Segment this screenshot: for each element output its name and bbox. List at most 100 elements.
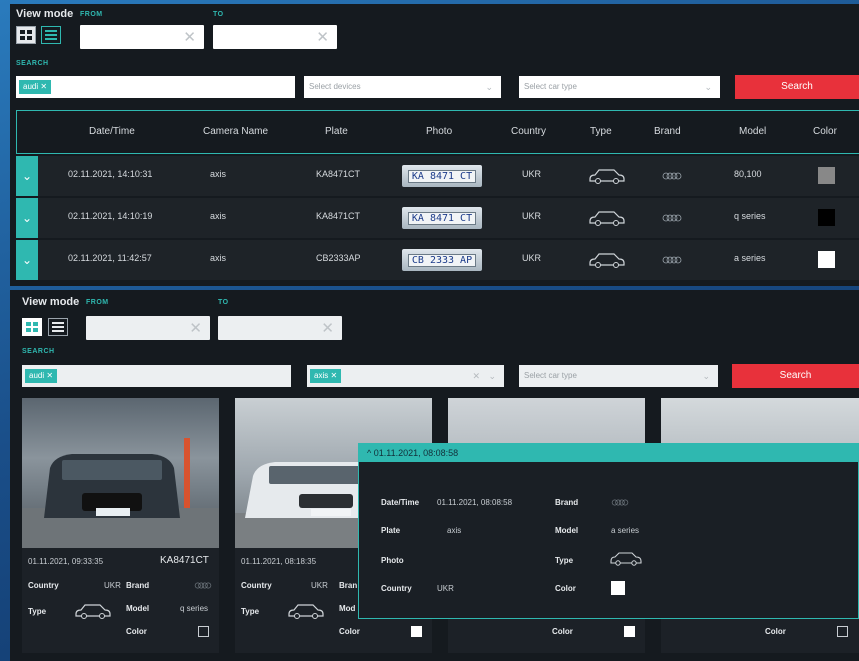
grid-view-button[interactable] bbox=[16, 26, 36, 44]
card-brand-label: Brand bbox=[126, 581, 150, 590]
color-swatch bbox=[818, 209, 835, 226]
card-country-label: Country bbox=[28, 581, 59, 590]
chevron-down-icon: ⌄ bbox=[702, 371, 710, 381]
from-date-input[interactable]: ✕ bbox=[80, 25, 204, 49]
popup-datetime-label: Date/Time bbox=[381, 498, 420, 507]
search-button[interactable]: Search bbox=[735, 75, 859, 99]
car-icon bbox=[288, 604, 324, 619]
color-swatch bbox=[411, 626, 422, 637]
car-icon bbox=[610, 552, 642, 566]
popup-photo-label: Photo bbox=[381, 556, 404, 565]
expand-row-button[interactable]: ⌄ bbox=[16, 156, 38, 196]
clear-icon[interactable]: ✕ bbox=[316, 28, 329, 46]
from-date-input[interactable]: ✕ bbox=[86, 316, 210, 340]
from-label: FROM bbox=[86, 299, 109, 306]
card-model-label: Mod bbox=[339, 604, 356, 613]
to-date-input[interactable]: ✕ bbox=[218, 316, 342, 340]
result-card[interactable]: 01.11.2021, 09:33:35 KA8471CT Country UK… bbox=[22, 398, 219, 653]
from-label: FROM bbox=[80, 11, 103, 18]
search-button[interactable]: Search bbox=[732, 364, 859, 388]
popup-model-label: Model bbox=[555, 526, 579, 535]
audi-rings-icon bbox=[662, 214, 682, 222]
chevron-down-icon: ⌄ bbox=[488, 371, 496, 381]
popup-brand-label: Brand bbox=[555, 498, 579, 507]
audi-rings-icon bbox=[194, 582, 212, 589]
search-input[interactable]: audi ✕ bbox=[22, 365, 291, 387]
col-model[interactable]: Model bbox=[739, 126, 766, 137]
car-type-select[interactable]: Select car type ⌄ bbox=[519, 76, 720, 98]
col-brand[interactable]: Brand bbox=[654, 126, 681, 137]
car-icon bbox=[589, 169, 625, 184]
expand-row-button[interactable]: ⌄ bbox=[16, 240, 38, 280]
popup-country-label: Country bbox=[381, 584, 412, 593]
list-view-button[interactable] bbox=[48, 318, 68, 336]
clear-icon[interactable]: ✕ bbox=[183, 28, 196, 46]
row-photo[interactable]: CB 2333 AP bbox=[402, 249, 482, 271]
row-model: a series bbox=[734, 253, 766, 263]
car-type-placeholder: Select car type bbox=[524, 371, 577, 380]
grid-view-icon bbox=[20, 30, 32, 40]
col-camera-name[interactable]: Camera Name bbox=[203, 126, 268, 137]
car-type-select[interactable]: Select car type ⌄ bbox=[519, 365, 718, 387]
clear-icon[interactable]: ✕ bbox=[472, 365, 480, 387]
card-timestamp: 01.11.2021, 08:18:35 bbox=[241, 557, 317, 566]
popup-model: a series bbox=[611, 526, 640, 535]
row-plate: KA8471CT bbox=[316, 211, 361, 221]
card-model: q series bbox=[180, 604, 209, 613]
expand-row-button[interactable]: ⌄ bbox=[16, 198, 38, 238]
table-row[interactable]: ⌄ 02.11.2021, 11:42:57 axis CB2333AP CB … bbox=[16, 240, 859, 280]
audi-rings-icon bbox=[662, 172, 682, 180]
table-row[interactable]: ⌄ 02.11.2021, 14:10:19 axis KA8471CT KA … bbox=[16, 198, 859, 238]
grid-view-button[interactable] bbox=[22, 318, 42, 336]
col-type[interactable]: Type bbox=[590, 126, 612, 137]
list-view-panel: View mode FROM TO ✕ ✕ SEARCH audi ✕ Sele… bbox=[10, 4, 859, 286]
row-camera: axis bbox=[210, 253, 227, 263]
popup-color-label: Color bbox=[555, 584, 576, 593]
grid-view-icon bbox=[26, 322, 38, 332]
card-type-label: Type bbox=[241, 607, 260, 616]
clear-icon[interactable]: ✕ bbox=[321, 319, 334, 337]
card-country: UKR bbox=[311, 581, 328, 590]
audi-rings-icon bbox=[662, 256, 682, 264]
color-swatch bbox=[837, 626, 848, 637]
col-photo[interactable]: Photo bbox=[426, 126, 452, 137]
detail-popup: ^ 01.11.2021, 08:08:58 Date/Time 01.11.2… bbox=[358, 443, 859, 619]
search-input[interactable]: audi ✕ bbox=[16, 76, 295, 98]
row-country: UKR bbox=[522, 253, 542, 263]
row-model: q series bbox=[734, 211, 766, 221]
list-view-button[interactable] bbox=[41, 26, 61, 44]
card-plate: KA8471CT bbox=[160, 555, 209, 566]
to-label: TO bbox=[213, 11, 224, 18]
search-chip[interactable]: audi ✕ bbox=[25, 369, 58, 383]
table-header: Date/Time Camera Name Plate Photo Countr… bbox=[16, 110, 859, 154]
clear-icon[interactable]: ✕ bbox=[189, 319, 202, 337]
car-photo[interactable] bbox=[22, 398, 219, 548]
search-label: SEARCH bbox=[16, 60, 49, 67]
col-datetime[interactable]: Date/Time bbox=[89, 126, 135, 137]
card-color-label: Color bbox=[552, 627, 573, 636]
row-camera: axis bbox=[210, 169, 227, 179]
popup-header[interactable]: ^ 01.11.2021, 08:08:58 bbox=[359, 444, 858, 462]
col-color[interactable]: Color bbox=[813, 126, 837, 137]
row-photo[interactable]: KA 8471 CT bbox=[402, 165, 482, 187]
row-photo[interactable]: KA 8471 CT bbox=[402, 207, 482, 229]
chevron-down-icon: ⌄ bbox=[704, 82, 712, 92]
car-icon bbox=[589, 253, 625, 268]
card-country-label: Country bbox=[241, 581, 272, 590]
devices-chip[interactable]: axis ✕ bbox=[310, 369, 342, 383]
devices-select[interactable]: Select devices ⌄ bbox=[304, 76, 501, 98]
card-model-label: Model bbox=[126, 604, 150, 613]
col-country[interactable]: Country bbox=[511, 126, 546, 137]
col-plate[interactable]: Plate bbox=[325, 126, 348, 137]
search-chip[interactable]: audi ✕ bbox=[19, 80, 52, 94]
to-date-input[interactable]: ✕ bbox=[213, 25, 337, 49]
table-row[interactable]: ⌄ 02.11.2021, 14:10:31 axis KA8471CT KA … bbox=[16, 156, 859, 196]
search-label: SEARCH bbox=[22, 348, 55, 355]
row-plate: KA8471CT bbox=[316, 169, 361, 179]
popup-type-label: Type bbox=[555, 556, 574, 565]
photo-plate-text: CB 2333 AP bbox=[407, 253, 477, 267]
devices-select[interactable]: axis ✕ ✕ ⌄ bbox=[307, 365, 504, 387]
devices-placeholder: Select devices bbox=[309, 82, 361, 91]
row-datetime: 02.11.2021, 11:42:57 bbox=[68, 253, 152, 263]
chevron-up-icon[interactable]: ^ bbox=[367, 448, 371, 458]
